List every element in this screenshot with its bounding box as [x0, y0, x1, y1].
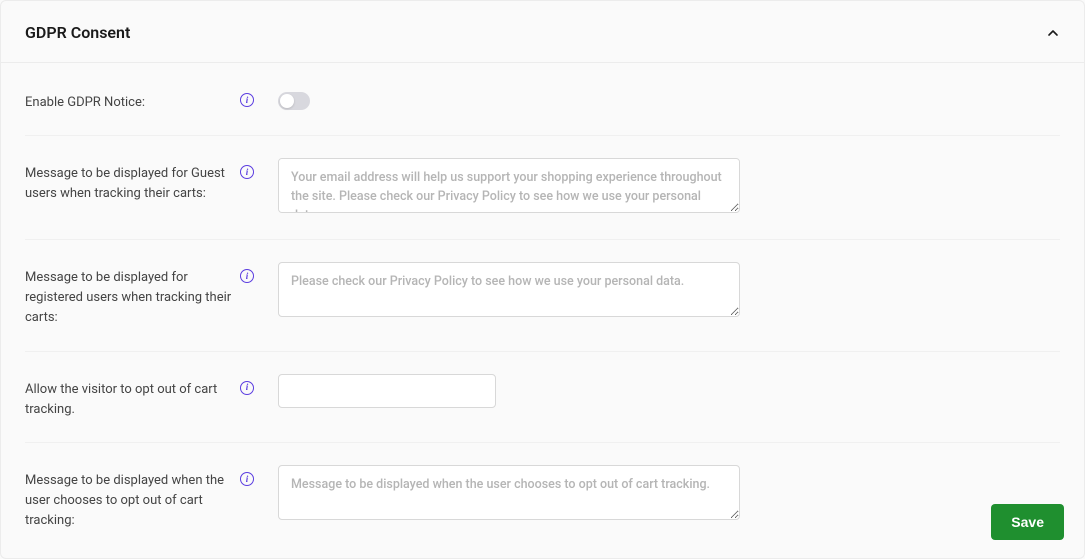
enable-notice-label: Enable GDPR Notice: [25, 91, 240, 113]
info-icon[interactable] [240, 93, 254, 107]
info-icon[interactable] [240, 165, 254, 179]
row-registered-message: Message to be displayed for registered u… [25, 240, 1060, 351]
panel-header: GDPR Consent [1, 1, 1084, 63]
form-body: Enable GDPR Notice: Message to be displa… [1, 63, 1084, 553]
registered-message-label: Message to be displayed for registered u… [25, 262, 240, 328]
guest-message-textarea[interactable] [278, 158, 740, 213]
info-icon[interactable] [240, 381, 254, 395]
registered-message-textarea[interactable] [278, 262, 740, 317]
enable-notice-toggle[interactable] [278, 92, 310, 110]
save-button[interactable]: Save [991, 504, 1064, 540]
opt-out-allow-label: Allow the visitor to opt out of cart tra… [25, 374, 240, 420]
row-opt-out-allow: Allow the visitor to opt out of cart tra… [25, 352, 1060, 443]
opt-out-message-textarea[interactable] [278, 465, 740, 520]
guest-message-label: Message to be displayed for Guest users … [25, 158, 240, 204]
row-enable-notice: Enable GDPR Notice: [25, 63, 1060, 136]
chevron-up-icon[interactable] [1046, 26, 1060, 40]
info-icon[interactable] [240, 472, 254, 486]
opt-out-allow-input[interactable] [278, 374, 496, 408]
opt-out-message-label: Message to be displayed when the user ch… [25, 465, 240, 531]
row-opt-out-message: Message to be displayed when the user ch… [25, 443, 1060, 553]
gdpr-consent-panel: GDPR Consent Enable GDPR Notice: Message… [0, 0, 1085, 559]
info-icon[interactable] [240, 269, 254, 283]
panel-title: GDPR Consent [25, 23, 130, 42]
toggle-knob [280, 94, 294, 108]
row-guest-message: Message to be displayed for Guest users … [25, 136, 1060, 240]
